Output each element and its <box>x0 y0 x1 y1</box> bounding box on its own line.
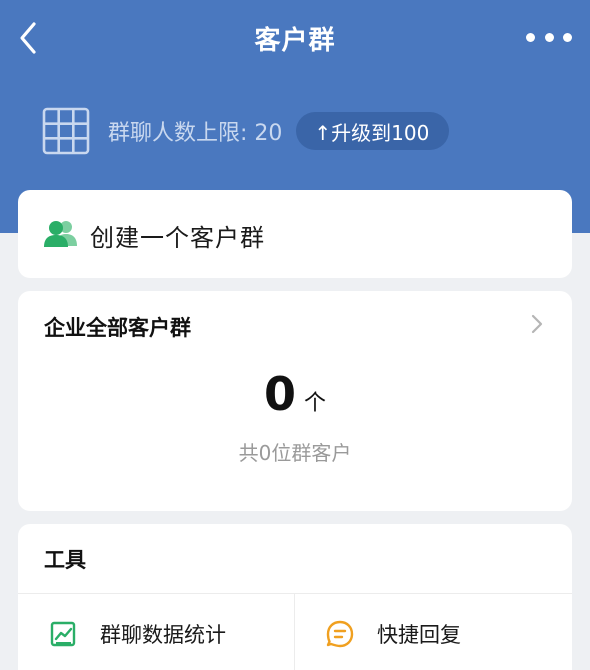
customer-group-page: 客户群 群聊人数上限: 20 ↑升级到100 创建一个客户群 企业全部客户群 0… <box>0 0 590 670</box>
nav-bar: 客户群 <box>0 0 590 76</box>
tools-title: 工具 <box>44 548 86 572</box>
chart-icon <box>50 621 76 647</box>
upgrade-button[interactable]: ↑升级到100 <box>296 112 450 150</box>
all-groups-title: 企业全部客户群 <box>44 316 191 340</box>
more-dots-icon <box>526 32 535 42</box>
create-group-card[interactable]: 创建一个客户群 <box>18 190 572 278</box>
group-count-number: 0 <box>263 367 296 421</box>
all-groups-card[interactable]: 企业全部客户群 0个 共0位群客户 <box>18 291 572 511</box>
users-icon <box>44 221 77 247</box>
chat-bubble-icon <box>326 620 354 648</box>
group-count: 0个 <box>18 367 572 421</box>
tool-quick-reply[interactable]: 快捷回复 <box>295 594 571 670</box>
tool-group-stats-label: 群聊数据统计 <box>100 623 226 647</box>
tool-quick-reply-label: 快捷回复 <box>377 623 461 647</box>
group-count-unit: 个 <box>304 391 327 416</box>
create-group-label: 创建一个客户群 <box>90 224 265 252</box>
page-title: 客户群 <box>254 26 336 56</box>
grid-icon <box>42 107 90 155</box>
group-limit-text: 群聊人数上限: 20 <box>108 121 283 146</box>
more-button[interactable] <box>526 24 572 50</box>
group-limit-row: 群聊人数上限: 20 ↑升级到100 <box>42 106 450 156</box>
chevron-right-icon <box>531 314 543 334</box>
group-customers-total: 共0位群客户 <box>238 441 352 465</box>
tool-group-stats[interactable]: 群聊数据统计 <box>18 594 294 670</box>
tools-card: 工具 群聊数据统计 快捷回复 <box>18 524 572 670</box>
